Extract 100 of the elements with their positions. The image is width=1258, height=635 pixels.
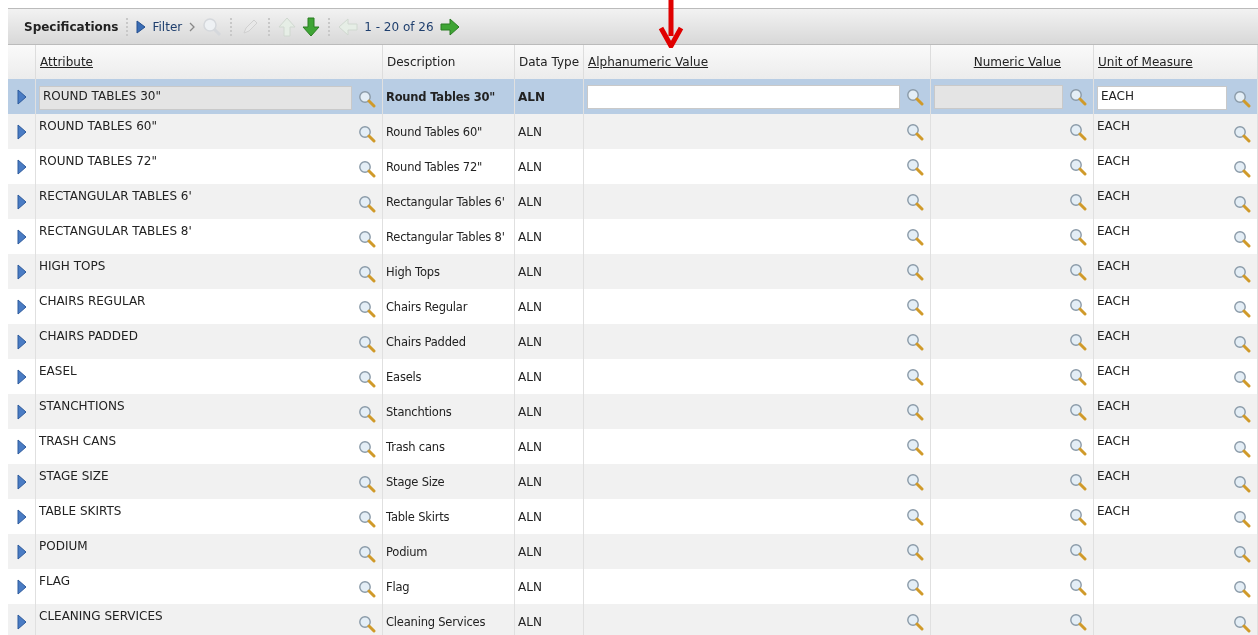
search-icon[interactable] [358, 615, 376, 633]
table-row[interactable]: PODIUM Podium ALN [8, 534, 1258, 569]
search-icon[interactable] [358, 300, 376, 318]
table-row[interactable]: ROUND TABLES 60" Round Tables 60" ALN EACH [8, 114, 1258, 149]
search-icon[interactable] [1069, 122, 1087, 141]
search-icon[interactable] [358, 475, 376, 493]
expand-icon[interactable] [16, 88, 27, 105]
column-header-link[interactable]: Attribute [40, 55, 93, 69]
search-icon[interactable] [906, 577, 924, 596]
search-icon[interactable] [358, 125, 376, 143]
search-icon[interactable] [906, 297, 924, 316]
expand-icon[interactable] [16, 438, 27, 455]
search-icon[interactable] [906, 472, 924, 491]
search-icon[interactable] [906, 332, 924, 351]
search-icon[interactable] [906, 157, 924, 176]
search-icon[interactable] [1069, 577, 1087, 596]
search-icon[interactable] [358, 545, 376, 563]
search-icon[interactable] [1233, 230, 1251, 248]
search-icon[interactable] [1233, 510, 1251, 528]
expand-icon[interactable] [16, 228, 27, 245]
search-icon[interactable] [1069, 472, 1087, 491]
search-icon[interactable] [1069, 87, 1087, 106]
unit-field[interactable]: EACH [1097, 85, 1227, 110]
search-icon[interactable] [1233, 475, 1251, 493]
search-icon[interactable] [358, 230, 376, 248]
expand-icon[interactable] [16, 543, 27, 560]
search-icon[interactable] [906, 507, 924, 526]
search-icon[interactable] [1069, 402, 1087, 421]
search-icon[interactable] [906, 367, 924, 386]
search-icon[interactable] [358, 90, 376, 108]
search-icon[interactable] [1233, 370, 1251, 388]
search-icon[interactable] [1233, 440, 1251, 458]
table-row[interactable]: CHAIRS PADDED Chairs Padded ALN EACH [8, 324, 1258, 359]
search-icon[interactable] [906, 542, 924, 561]
expand-icon[interactable] [16, 263, 27, 280]
search-icon[interactable] [1069, 367, 1087, 386]
search-icon[interactable] [358, 580, 376, 598]
search-icon[interactable] [1069, 437, 1087, 456]
search-icon[interactable] [1233, 265, 1251, 283]
search-icon[interactable] [358, 405, 376, 423]
column-header-link[interactable]: Unit of Measure [1098, 55, 1193, 69]
search-icon[interactable] [906, 122, 924, 141]
search-icon[interactable] [358, 195, 376, 213]
expand-icon[interactable] [16, 298, 27, 315]
search-icon[interactable] [906, 227, 924, 246]
column-header-link[interactable]: Numeric Value [973, 55, 1061, 69]
search-icon[interactable] [1233, 195, 1251, 213]
filter-button[interactable]: Filter [136, 19, 183, 34]
table-row[interactable]: RECTANGULAR TABLES 6' Rectangular Tables 6' ALN EACH [8, 184, 1258, 219]
search-icon[interactable] [1069, 332, 1087, 351]
table-row[interactable]: HIGH TOPS High Tops ALN EACH [8, 254, 1258, 289]
table-row[interactable]: ROUND TABLES 30" Round Tables 30" ALN EACH [8, 79, 1258, 114]
input-field[interactable] [587, 84, 900, 109]
expand-icon[interactable] [16, 473, 27, 490]
search-icon[interactable] [1233, 615, 1251, 633]
search-icon[interactable] [906, 612, 924, 631]
expand-icon[interactable] [16, 403, 27, 420]
expand-icon[interactable] [16, 508, 27, 525]
search-icon[interactable] [906, 87, 924, 106]
search-icon[interactable] [358, 440, 376, 458]
down-arrow-icon[interactable] [302, 16, 321, 37]
search-icon[interactable] [1069, 507, 1087, 526]
search-icon[interactable] [906, 437, 924, 456]
search-icon[interactable] [1069, 297, 1087, 316]
search-icon[interactable] [358, 160, 376, 178]
search-icon[interactable] [1233, 335, 1251, 353]
search-icon[interactable] [1233, 160, 1251, 178]
search-icon[interactable] [906, 262, 924, 281]
search-icon[interactable] [358, 370, 376, 388]
expand-icon[interactable] [16, 333, 27, 350]
right-arrow-icon[interactable] [439, 17, 460, 36]
table-row[interactable]: STAGE SIZE Stage Size ALN EACH [8, 464, 1258, 499]
expand-icon[interactable] [16, 123, 27, 140]
search-icon[interactable] [1233, 580, 1251, 598]
chevron-icon[interactable] [188, 20, 197, 33]
search-icon[interactable] [906, 192, 924, 211]
search-icon[interactable] [1069, 157, 1087, 176]
search-icon[interactable] [1233, 125, 1251, 143]
table-row[interactable]: CLEANING SERVICES Cleaning Services ALN [8, 604, 1258, 635]
input-field[interactable] [934, 84, 1063, 109]
search-icon[interactable] [1069, 227, 1087, 246]
expand-icon[interactable] [16, 613, 27, 630]
search-icon[interactable] [358, 335, 376, 353]
search-icon[interactable] [1069, 262, 1087, 281]
search-icon[interactable] [1069, 542, 1087, 561]
search-icon[interactable] [1069, 192, 1087, 211]
search-icon[interactable] [906, 402, 924, 421]
search-icon[interactable] [358, 510, 376, 528]
search-icon[interactable] [1233, 545, 1251, 563]
search-icon[interactable] [1069, 612, 1087, 631]
search-icon[interactable] [1233, 300, 1251, 318]
attribute-field[interactable]: ROUND TABLES 30" [39, 85, 352, 110]
column-header-link[interactable]: Alphanumeric Value [588, 55, 709, 69]
expand-icon[interactable] [16, 158, 27, 175]
search-icon[interactable] [1233, 405, 1251, 423]
expand-icon[interactable] [16, 578, 27, 595]
expand-icon[interactable] [16, 368, 27, 385]
search-icon[interactable] [1233, 90, 1251, 108]
table-row[interactable]: STANCHTIONS Stanchtions ALN EACH [8, 394, 1258, 429]
expand-icon[interactable] [16, 193, 27, 210]
